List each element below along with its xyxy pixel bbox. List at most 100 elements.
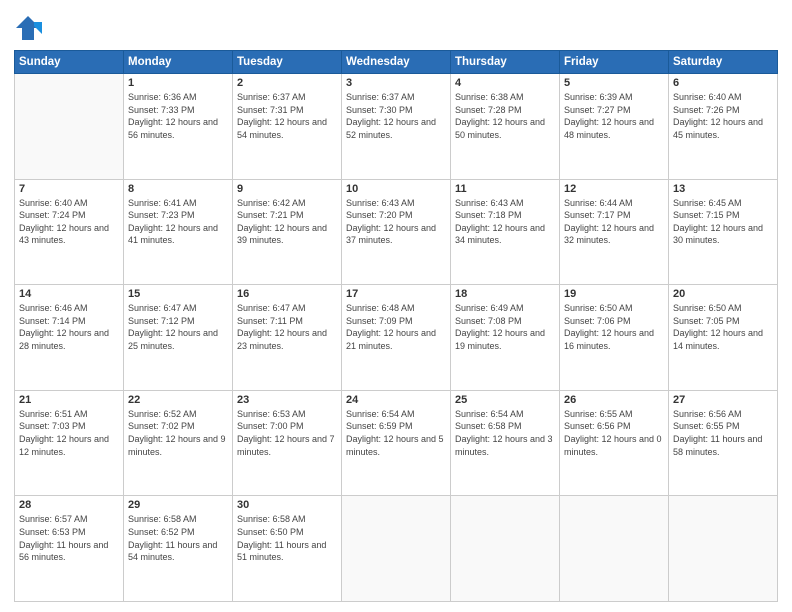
calendar-cell: 10 Sunrise: 6:43 AMSunset: 7:20 PMDayligh… <box>342 179 451 285</box>
calendar-cell: 25 Sunrise: 6:54 AMSunset: 6:58 PMDayligh… <box>451 390 560 496</box>
day-number: 30 <box>237 499 337 511</box>
day-number: 6 <box>673 77 773 89</box>
day-number: 29 <box>128 499 228 511</box>
page: SundayMondayTuesdayWednesdayThursdayFrid… <box>0 0 792 612</box>
calendar-cell: 16 Sunrise: 6:47 AMSunset: 7:11 PMDayligh… <box>233 285 342 391</box>
day-info: Sunrise: 6:47 AMSunset: 7:12 PMDaylight:… <box>128 302 228 352</box>
day-info: Sunrise: 6:49 AMSunset: 7:08 PMDaylight:… <box>455 302 555 352</box>
day-number: 8 <box>128 183 228 195</box>
weekday-header-sunday: Sunday <box>15 51 124 74</box>
calendar-cell: 24 Sunrise: 6:54 AMSunset: 6:59 PMDayligh… <box>342 390 451 496</box>
day-number: 21 <box>19 394 119 406</box>
weekday-header-tuesday: Tuesday <box>233 51 342 74</box>
calendar-cell: 3 Sunrise: 6:37 AMSunset: 7:30 PMDaylight… <box>342 74 451 180</box>
calendar-cell: 13 Sunrise: 6:45 AMSunset: 7:15 PMDayligh… <box>669 179 778 285</box>
calendar-cell: 18 Sunrise: 6:49 AMSunset: 7:08 PMDayligh… <box>451 285 560 391</box>
day-info: Sunrise: 6:40 AMSunset: 7:26 PMDaylight:… <box>673 91 773 141</box>
calendar-cell: 29 Sunrise: 6:58 AMSunset: 6:52 PMDayligh… <box>124 496 233 602</box>
day-number: 3 <box>346 77 446 89</box>
day-info: Sunrise: 6:40 AMSunset: 7:24 PMDaylight:… <box>19 197 119 247</box>
day-info: Sunrise: 6:58 AMSunset: 6:50 PMDaylight:… <box>237 513 337 563</box>
day-info: Sunrise: 6:54 AMSunset: 6:58 PMDaylight:… <box>455 408 555 458</box>
calendar-week-row: 1 Sunrise: 6:36 AMSunset: 7:33 PMDaylight… <box>15 74 778 180</box>
day-number: 20 <box>673 288 773 300</box>
day-number: 28 <box>19 499 119 511</box>
day-number: 9 <box>237 183 337 195</box>
day-info: Sunrise: 6:56 AMSunset: 6:55 PMDaylight:… <box>673 408 773 458</box>
calendar-cell: 4Sunrise: 6:38 AMSunset: 7:28 PMDaylight… <box>451 74 560 180</box>
calendar-cell <box>669 496 778 602</box>
day-number: 25 <box>455 394 555 406</box>
calendar-cell: 15 Sunrise: 6:47 AMSunset: 7:12 PMDayligh… <box>124 285 233 391</box>
day-number: 27 <box>673 394 773 406</box>
header <box>14 10 778 42</box>
day-number: 19 <box>564 288 664 300</box>
day-info: Sunrise: 6:52 AMSunset: 7:02 PMDaylight:… <box>128 408 228 458</box>
calendar-cell: 1 Sunrise: 6:36 AMSunset: 7:33 PMDaylight… <box>124 74 233 180</box>
calendar-cell: 28 Sunrise: 6:57 AMSunset: 6:53 PMDayligh… <box>15 496 124 602</box>
day-number: 15 <box>128 288 228 300</box>
day-number: 24 <box>346 394 446 406</box>
day-info: Sunrise: 6:41 AMSunset: 7:23 PMDaylight:… <box>128 197 228 247</box>
day-number: 2 <box>237 77 337 89</box>
day-info: Sunrise: 6:42 AMSunset: 7:21 PMDaylight:… <box>237 197 337 247</box>
day-info: Sunrise: 6:58 AMSunset: 6:52 PMDaylight:… <box>128 513 228 563</box>
day-info: Sunrise: 6:55 AMSunset: 6:56 PMDaylight:… <box>564 408 664 458</box>
logo-icon <box>14 14 42 42</box>
day-number: 1 <box>128 77 228 89</box>
day-number: 22 <box>128 394 228 406</box>
day-number: 16 <box>237 288 337 300</box>
weekday-header-thursday: Thursday <box>451 51 560 74</box>
day-info: Sunrise: 6:37 AMSunset: 7:30 PMDaylight:… <box>346 91 446 141</box>
day-number: 4 <box>455 77 555 89</box>
weekday-header-wednesday: Wednesday <box>342 51 451 74</box>
day-number: 11 <box>455 183 555 195</box>
day-number: 7 <box>19 183 119 195</box>
day-number: 10 <box>346 183 446 195</box>
calendar-week-row: 14Sunrise: 6:46 AMSunset: 7:14 PMDayligh… <box>15 285 778 391</box>
day-number: 18 <box>455 288 555 300</box>
day-number: 17 <box>346 288 446 300</box>
calendar-cell: 14Sunrise: 6:46 AMSunset: 7:14 PMDayligh… <box>15 285 124 391</box>
calendar-cell: 21 Sunrise: 6:51 AMSunset: 7:03 PMDayligh… <box>15 390 124 496</box>
day-info: Sunrise: 6:39 AMSunset: 7:27 PMDaylight:… <box>564 91 664 141</box>
calendar-table: SundayMondayTuesdayWednesdayThursdayFrid… <box>14 50 778 602</box>
calendar-week-row: 28 Sunrise: 6:57 AMSunset: 6:53 PMDayligh… <box>15 496 778 602</box>
calendar-cell: 7 Sunrise: 6:40 AMSunset: 7:24 PMDaylight… <box>15 179 124 285</box>
calendar-cell: 2 Sunrise: 6:37 AMSunset: 7:31 PMDaylight… <box>233 74 342 180</box>
day-number: 12 <box>564 183 664 195</box>
day-info: Sunrise: 6:47 AMSunset: 7:11 PMDaylight:… <box>237 302 337 352</box>
calendar-cell <box>560 496 669 602</box>
day-info: Sunrise: 6:57 AMSunset: 6:53 PMDaylight:… <box>19 513 119 563</box>
day-info: Sunrise: 6:43 AMSunset: 7:20 PMDaylight:… <box>346 197 446 247</box>
calendar-cell: 11 Sunrise: 6:43 AMSunset: 7:18 PMDayligh… <box>451 179 560 285</box>
weekday-header-row: SundayMondayTuesdayWednesdayThursdayFrid… <box>15 51 778 74</box>
calendar-cell: 6 Sunrise: 6:40 AMSunset: 7:26 PMDaylight… <box>669 74 778 180</box>
day-info: Sunrise: 6:44 AMSunset: 7:17 PMDaylight:… <box>564 197 664 247</box>
day-info: Sunrise: 6:36 AMSunset: 7:33 PMDaylight:… <box>128 91 228 141</box>
calendar-cell: 20 Sunrise: 6:50 AMSunset: 7:05 PMDayligh… <box>669 285 778 391</box>
day-info: Sunrise: 6:37 AMSunset: 7:31 PMDaylight:… <box>237 91 337 141</box>
day-info: Sunrise: 6:54 AMSunset: 6:59 PMDaylight:… <box>346 408 446 458</box>
day-number: 14 <box>19 288 119 300</box>
day-info: Sunrise: 6:51 AMSunset: 7:03 PMDaylight:… <box>19 408 119 458</box>
calendar-week-row: 7 Sunrise: 6:40 AMSunset: 7:24 PMDaylight… <box>15 179 778 285</box>
logo <box>14 14 44 42</box>
day-number: 13 <box>673 183 773 195</box>
day-info: Sunrise: 6:50 AMSunset: 7:05 PMDaylight:… <box>673 302 773 352</box>
day-info: Sunrise: 6:43 AMSunset: 7:18 PMDaylight:… <box>455 197 555 247</box>
calendar-cell: 17Sunrise: 6:48 AMSunset: 7:09 PMDayligh… <box>342 285 451 391</box>
calendar-cell: 26 Sunrise: 6:55 AMSunset: 6:56 PMDayligh… <box>560 390 669 496</box>
day-info: Sunrise: 6:50 AMSunset: 7:06 PMDaylight:… <box>564 302 664 352</box>
day-info: Sunrise: 6:53 AMSunset: 7:00 PMDaylight:… <box>237 408 337 458</box>
weekday-header-saturday: Saturday <box>669 51 778 74</box>
calendar-cell: 5Sunrise: 6:39 AMSunset: 7:27 PMDaylight… <box>560 74 669 180</box>
calendar-cell: 30 Sunrise: 6:58 AMSunset: 6:50 PMDayligh… <box>233 496 342 602</box>
day-number: 26 <box>564 394 664 406</box>
day-number: 23 <box>237 394 337 406</box>
calendar-cell: 19 Sunrise: 6:50 AMSunset: 7:06 PMDayligh… <box>560 285 669 391</box>
calendar-cell <box>342 496 451 602</box>
day-info: Sunrise: 6:45 AMSunset: 7:15 PMDaylight:… <box>673 197 773 247</box>
calendar-cell: 23 Sunrise: 6:53 AMSunset: 7:00 PMDayligh… <box>233 390 342 496</box>
calendar-cell: 9 Sunrise: 6:42 AMSunset: 7:21 PMDaylight… <box>233 179 342 285</box>
